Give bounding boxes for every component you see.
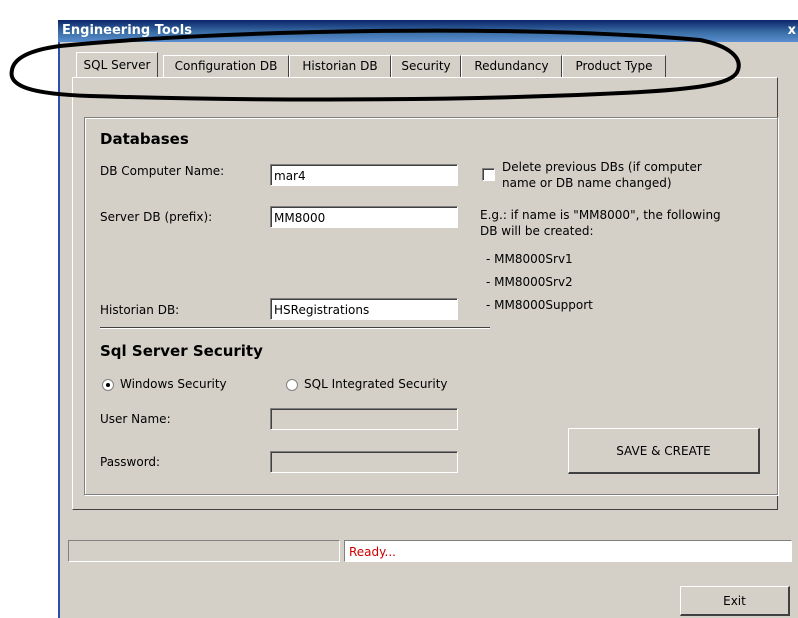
annotation-stroke (9, 28, 741, 102)
annotation-ellipse (9, 28, 741, 102)
